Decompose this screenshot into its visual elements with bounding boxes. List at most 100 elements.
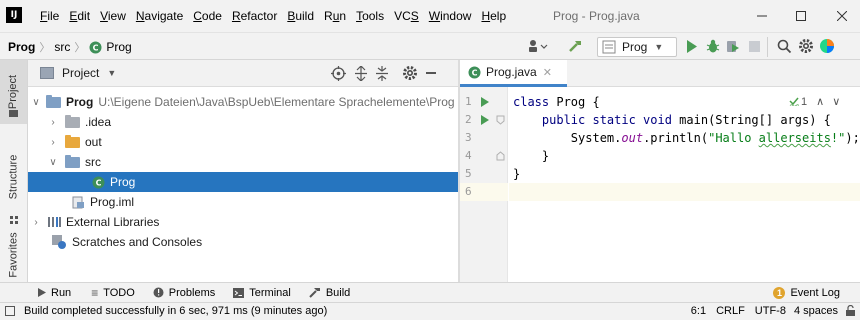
- inspection-widget[interactable]: 1 ∧ ∨: [789, 95, 840, 108]
- search-icon: [777, 39, 792, 54]
- collapse-all-button[interactable]: [375, 66, 389, 81]
- collapse-all-icon: [376, 66, 388, 81]
- tree-node-label: .idea: [85, 115, 112, 129]
- menu-item-build[interactable]: Build: [287, 9, 314, 23]
- maximize-button[interactable]: [791, 6, 811, 26]
- tree-node-scratches[interactable]: Scratches and Consoles: [28, 232, 458, 252]
- indent-setting[interactable]: 4 spaces: [794, 305, 838, 317]
- tool-tab-build[interactable]: Build: [309, 287, 350, 299]
- editor-tab-prog-java[interactable]: C Prog.java ✕: [460, 60, 567, 87]
- chevron-up-icon[interactable]: ∧: [816, 95, 824, 108]
- code-editor[interactable]: class Prog { public static void main(Str…: [509, 87, 860, 282]
- breadcrumb: Prog 〉 src 〉 C Prog: [8, 39, 132, 55]
- java-class-icon: C: [468, 66, 481, 78]
- status-message[interactable]: Build completed successfully in 6 sec, 9…: [24, 305, 327, 317]
- toggle-tool-windows-icon[interactable]: [5, 306, 15, 316]
- menu-item-window[interactable]: Window: [429, 9, 472, 23]
- debug-button[interactable]: [706, 39, 720, 54]
- lock-icon[interactable]: [845, 305, 856, 317]
- project-folder-icon: [46, 94, 61, 108]
- chevron-right-icon: 〉: [74, 42, 86, 54]
- tool-tab-event-log[interactable]: 1 Event Log: [773, 286, 840, 299]
- svg-text:C: C: [93, 43, 99, 52]
- breadcrumb-project[interactable]: Prog: [8, 40, 35, 54]
- fold-marker-icon[interactable]: [496, 115, 505, 125]
- menu-item-refactor[interactable]: Refactor: [232, 9, 277, 23]
- tree-node-src[interactable]: ∨ src: [28, 152, 458, 172]
- line-separator[interactable]: CRLF: [716, 305, 745, 317]
- menu-item-view[interactable]: View: [100, 9, 126, 23]
- editor-gutter: 1 2 3 4 5 6: [460, 87, 508, 282]
- menu-item-run[interactable]: Run: [324, 9, 346, 23]
- build-hammer-icon[interactable]: [568, 39, 584, 53]
- tree-node-out[interactable]: › out: [28, 132, 458, 152]
- run-button[interactable]: [686, 40, 698, 53]
- stop-icon: [749, 41, 760, 52]
- run-gutter-icon[interactable]: [481, 97, 490, 107]
- tree-node-idea[interactable]: › .idea: [28, 112, 458, 132]
- stripe-tab-favorites[interactable]: Favorites: [0, 220, 27, 290]
- tree-node-label: Prog: [66, 95, 94, 109]
- panel-settings-button[interactable]: [402, 65, 418, 81]
- close-tab-icon[interactable]: ✕: [543, 66, 552, 79]
- java-class-icon: C: [89, 41, 102, 53]
- tool-tab-terminal[interactable]: Terminal: [233, 287, 291, 299]
- tree-node-project-root[interactable]: ∨ Prog U:\Eigene Dateien\Java\BspUeb\Ele…: [28, 92, 458, 112]
- run-icon: [687, 40, 697, 53]
- run-gutter-icon[interactable]: [481, 115, 490, 125]
- menu-item-code[interactable]: Code: [193, 9, 222, 23]
- gear-icon: [403, 66, 417, 80]
- status-widgets: 6:1 CRLF UTF-8 4 spaces: [681, 305, 856, 317]
- gutter-line-3: 3: [465, 131, 472, 144]
- file-encoding[interactable]: UTF-8: [755, 305, 786, 317]
- title-bar: IJ File Edit View Navigate Code Refactor Build…: [0, 0, 860, 32]
- menu-item-edit[interactable]: Edit: [69, 9, 90, 23]
- editor-tab-bar: C Prog.java ✕: [460, 60, 860, 87]
- menu-item-help[interactable]: Help: [481, 9, 506, 23]
- code-line-2: public static void main(String[] args) {: [541, 113, 831, 127]
- stop-button[interactable]: [749, 41, 760, 52]
- minimize-button[interactable]: [752, 6, 772, 26]
- expand-all-button[interactable]: [354, 66, 368, 81]
- close-icon: [837, 11, 847, 21]
- tree-node-label: Prog.iml: [90, 195, 135, 209]
- gutter-line-4: 4: [460, 147, 508, 165]
- window-title: Prog - Prog.java: [553, 9, 640, 23]
- stripe-tab-project-label: Project: [7, 74, 20, 110]
- tool-tab-run[interactable]: Run: [38, 287, 71, 299]
- settings-button[interactable]: [798, 38, 814, 54]
- tool-tab-problems[interactable]: Problems: [153, 287, 215, 299]
- minimize-icon: [757, 15, 767, 17]
- breadcrumb-file[interactable]: Prog: [106, 40, 131, 54]
- project-view-label: Project: [62, 66, 100, 80]
- menu-item-tools[interactable]: Tools: [356, 9, 384, 23]
- menu-item-navigate[interactable]: Navigate: [136, 9, 183, 23]
- locate-file-button[interactable]: [331, 66, 346, 81]
- chevron-down-icon[interactable]: ∨: [832, 95, 840, 108]
- stripe-tab-favorites-label: Favorites: [7, 232, 20, 278]
- tree-node-external-libraries[interactable]: › External Libraries: [28, 212, 458, 232]
- search-everywhere-button[interactable]: [777, 39, 792, 54]
- vcs-icon[interactable]: [528, 39, 548, 53]
- editor-tab-label: Prog.java: [486, 65, 537, 79]
- fold-marker-icon[interactable]: [496, 151, 505, 161]
- tree-node-prog-class[interactable]: C Prog: [28, 172, 458, 192]
- stripe-tab-structure[interactable]: Structure: [0, 142, 27, 212]
- tree-node-prog-iml[interactable]: Prog.iml: [28, 192, 458, 212]
- project-tool-window: Project ▼ ∨ Prog U:\Eigene Dateien\Java\…: [28, 60, 458, 282]
- close-button[interactable]: [832, 6, 852, 26]
- run-configuration-select[interactable]: Prog ▼: [597, 37, 677, 57]
- coverage-button[interactable]: [726, 39, 740, 54]
- caret-position[interactable]: 6:1: [691, 305, 706, 317]
- menu-item-file[interactable]: File: [40, 9, 59, 23]
- menu-item-vcs[interactable]: VCS: [394, 9, 419, 23]
- project-panel-header: Project ▼: [28, 60, 458, 87]
- library-icon: [48, 217, 61, 227]
- breadcrumb-folder[interactable]: src: [54, 40, 70, 54]
- folder-icon: [65, 114, 80, 128]
- hide-panel-button[interactable]: [426, 72, 436, 74]
- bottom-tool-bar: Run ≡ TODO Problems Terminal Build 1 Eve…: [0, 282, 860, 302]
- project-view-select[interactable]: Project ▼: [62, 66, 116, 80]
- plugin-icon[interactable]: [819, 38, 835, 54]
- tool-tab-todo[interactable]: ≡ TODO: [91, 286, 135, 300]
